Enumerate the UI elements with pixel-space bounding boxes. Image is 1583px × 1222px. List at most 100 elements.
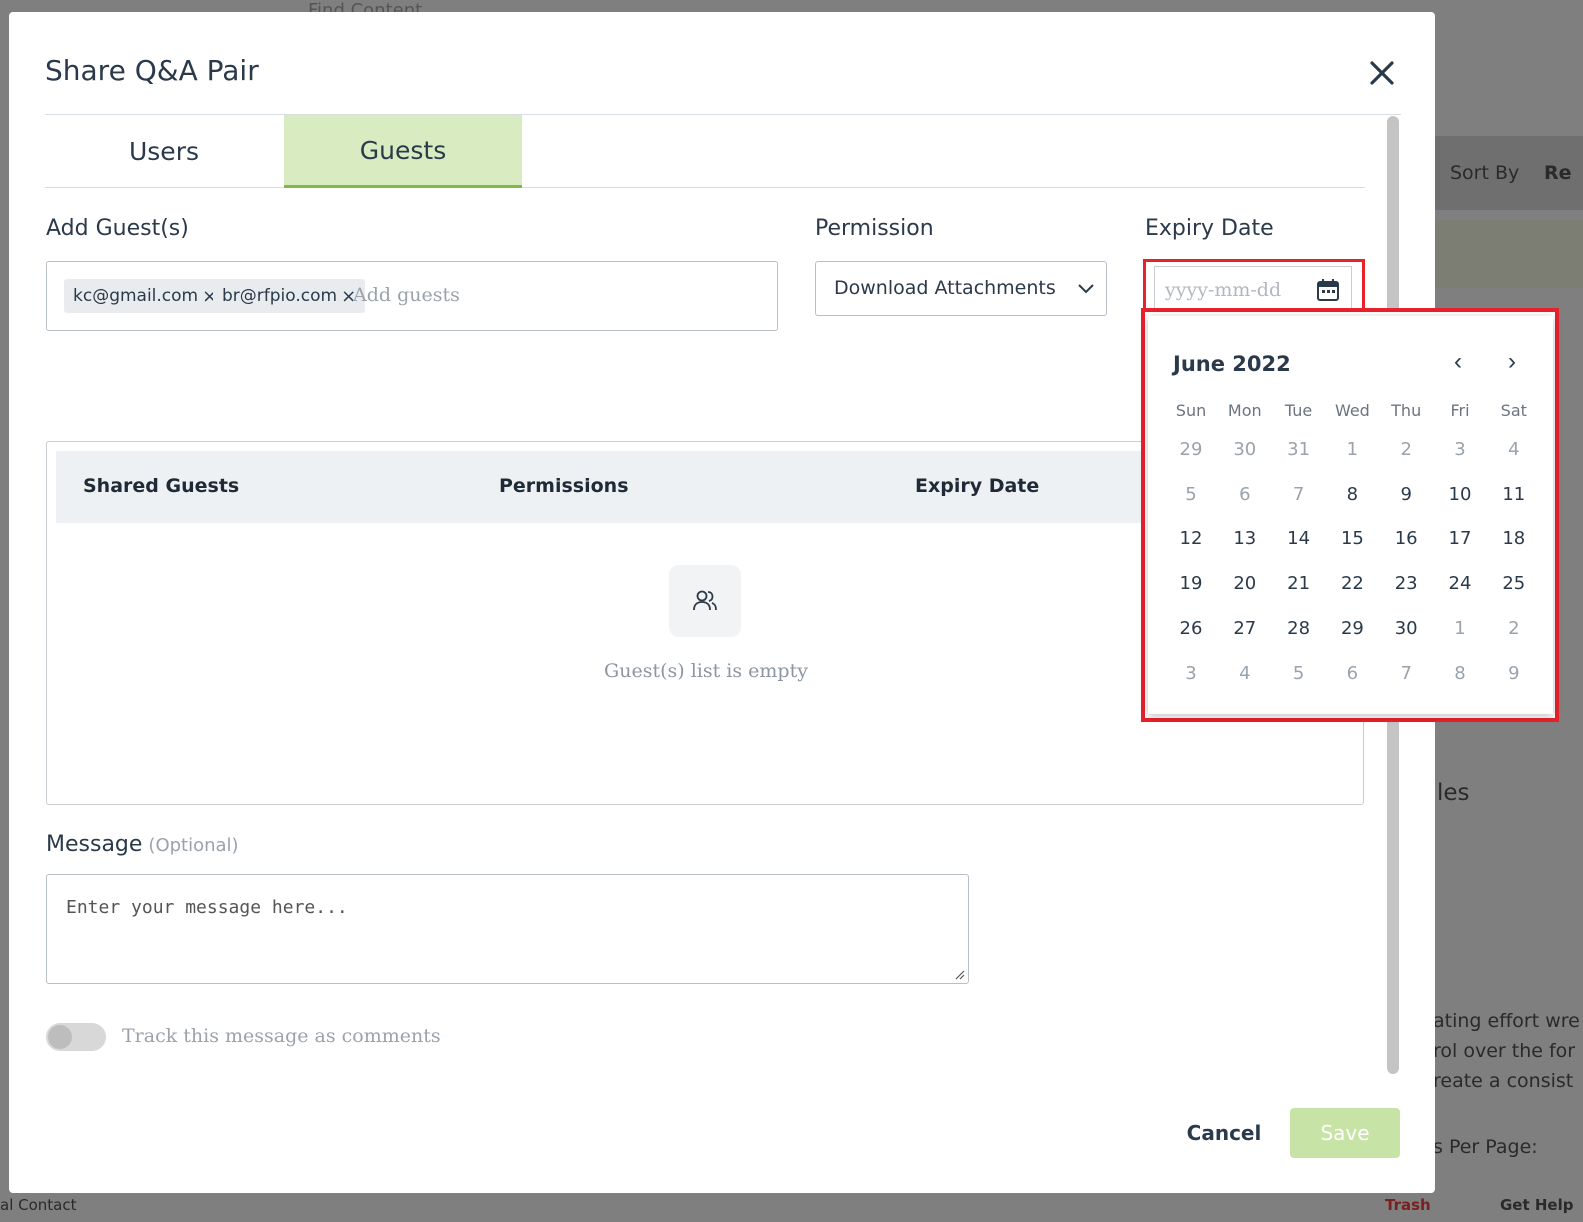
calendar-day[interactable]: 4 bbox=[1218, 656, 1272, 692]
track-comments-toggle[interactable] bbox=[46, 1023, 106, 1051]
calendar-day[interactable]: 28 bbox=[1272, 611, 1326, 647]
modal-title: Share Q&A Pair bbox=[45, 54, 259, 87]
bg-sort-by[interactable]: Sort By bbox=[1450, 162, 1519, 184]
calendar-day[interactable]: 19 bbox=[1164, 566, 1218, 602]
message-placeholder: Enter your message here... bbox=[66, 897, 348, 918]
add-guests-label: Add Guest(s) bbox=[46, 216, 189, 241]
bg-section-fragment: les bbox=[1437, 780, 1470, 806]
datepicker: June 2022 ‹ › Sun Mon Tue Wed Thu Fri Sat 29 30 3… bbox=[1148, 316, 1553, 714]
save-button[interactable]: Save bbox=[1290, 1108, 1400, 1158]
close-icon[interactable] bbox=[1365, 56, 1399, 90]
calendar-day[interactable]: 1 bbox=[1433, 611, 1487, 647]
optional-label: (Optional) bbox=[148, 835, 239, 856]
calendar-day[interactable]: 6 bbox=[1218, 477, 1272, 513]
calendar-day[interactable]: 24 bbox=[1433, 566, 1487, 602]
calendar-day[interactable]: 5 bbox=[1164, 477, 1218, 513]
tab-users[interactable]: Users bbox=[45, 115, 283, 188]
expiry-date-highlight: yyyy-mm-dd bbox=[1143, 259, 1365, 314]
calendar-day[interactable]: 27 bbox=[1218, 611, 1272, 647]
calendar-day[interactable]: 6 bbox=[1325, 656, 1379, 692]
permission-select[interactable]: Download Attachments bbox=[815, 261, 1107, 316]
toggle-label: Track this message as comments bbox=[122, 1025, 441, 1047]
calendar-day[interactable]: 16 bbox=[1379, 521, 1433, 557]
calendar-day[interactable]: 1 bbox=[1325, 432, 1379, 468]
message-label-text: Message bbox=[46, 832, 143, 857]
calendar-day[interactable]: 9 bbox=[1487, 656, 1541, 692]
column-header: Expiry Date bbox=[915, 475, 1040, 497]
bg-footer-left[interactable]: al Contact bbox=[0, 1196, 77, 1214]
permission-value: Download Attachments bbox=[834, 277, 1056, 299]
guest-chip: kc@gmail.com × bbox=[64, 279, 227, 313]
expiry-date-label: Expiry Date bbox=[1145, 216, 1274, 241]
weekday-label: Thu bbox=[1391, 401, 1422, 420]
calendar-day[interactable]: 2 bbox=[1487, 611, 1541, 647]
weekday-label: Fri bbox=[1450, 401, 1470, 420]
next-month-button[interactable]: › bbox=[1500, 348, 1524, 376]
calendar-day[interactable]: 8 bbox=[1325, 477, 1379, 513]
tab-bar: Users Guests bbox=[45, 115, 1365, 188]
guest-chip-label: br@rfpio.com bbox=[222, 286, 338, 306]
weekday-label: Sat bbox=[1500, 401, 1527, 420]
calendar-day[interactable]: 22 bbox=[1325, 566, 1379, 602]
expiry-date-input[interactable]: yyyy-mm-dd bbox=[1154, 266, 1352, 310]
calendar-day[interactable]: 15 bbox=[1325, 521, 1379, 557]
calendar-day[interactable]: 5 bbox=[1272, 656, 1326, 692]
calendar-day[interactable]: 29 bbox=[1164, 432, 1218, 468]
calendar-day[interactable]: 29 bbox=[1325, 611, 1379, 647]
add-guests-input[interactable]: kc@gmail.com × br@rfpio.com × Add guests bbox=[46, 261, 778, 331]
bg-sort-value[interactable]: Re bbox=[1544, 162, 1572, 184]
calendar-day[interactable]: 12 bbox=[1164, 521, 1218, 557]
calendar-day[interactable]: 9 bbox=[1379, 477, 1433, 513]
calendar-day[interactable]: 18 bbox=[1487, 521, 1541, 557]
prev-month-button[interactable]: ‹ bbox=[1446, 348, 1470, 376]
expiry-date-placeholder: yyyy-mm-dd bbox=[1165, 279, 1282, 301]
calendar-month-label: June 2022 bbox=[1173, 352, 1291, 376]
calendar-day[interactable]: 7 bbox=[1379, 656, 1433, 692]
calendar-day[interactable]: 13 bbox=[1218, 521, 1272, 557]
bg-text-line: rol over the for bbox=[1433, 1040, 1576, 1062]
bg-trash[interactable]: Trash bbox=[1385, 1196, 1431, 1214]
weekday-label: Sun bbox=[1175, 401, 1207, 420]
calendar-day[interactable]: 2 bbox=[1379, 432, 1433, 468]
users-icon bbox=[669, 565, 741, 637]
calendar-day[interactable]: 11 bbox=[1487, 477, 1541, 513]
guest-chip-label: kc@gmail.com bbox=[73, 286, 199, 306]
resize-handle-icon[interactable] bbox=[953, 968, 965, 980]
add-guests-placeholder[interactable]: Add guests bbox=[353, 284, 460, 306]
calendar-day[interactable]: 26 bbox=[1164, 611, 1218, 647]
message-label: Message (Optional) bbox=[46, 832, 239, 857]
calendar-icon[interactable] bbox=[1315, 277, 1341, 303]
calendar-day[interactable]: 8 bbox=[1433, 656, 1487, 692]
permission-label: Permission bbox=[815, 216, 934, 241]
tab-guests[interactable]: Guests bbox=[284, 115, 522, 188]
chevron-down-icon bbox=[1078, 284, 1094, 294]
calendar-day[interactable]: 3 bbox=[1164, 656, 1218, 692]
calendar-day[interactable]: 10 bbox=[1433, 477, 1487, 513]
calendar-day[interactable]: 21 bbox=[1272, 566, 1326, 602]
calendar-day[interactable]: 14 bbox=[1272, 521, 1326, 557]
calendar-day[interactable]: 31 bbox=[1272, 432, 1326, 468]
weekday-label: Tue bbox=[1284, 401, 1313, 420]
bg-text-line: reate a consist bbox=[1433, 1070, 1574, 1092]
datepicker-highlight: June 2022 ‹ › Sun Mon Tue Wed Thu Fri Sat 29 30 3… bbox=[1141, 308, 1559, 722]
calendar-day[interactable]: 17 bbox=[1433, 521, 1487, 557]
calendar-day[interactable]: 4 bbox=[1487, 432, 1541, 468]
calendar-day[interactable]: 7 bbox=[1272, 477, 1326, 513]
bg-get-help[interactable]: Get Help bbox=[1500, 1196, 1573, 1214]
calendar-day[interactable]: 25 bbox=[1487, 566, 1541, 602]
calendar-day[interactable]: 30 bbox=[1218, 432, 1272, 468]
weekday-label: Mon bbox=[1227, 401, 1262, 420]
message-textarea[interactable]: Enter your message here... bbox=[46, 874, 969, 984]
bg-per-page: s Per Page: bbox=[1433, 1136, 1538, 1158]
bg-text-line: ating effort wre bbox=[1433, 1010, 1580, 1032]
calendar-day[interactable]: 23 bbox=[1379, 566, 1433, 602]
calendar-day[interactable]: 3 bbox=[1433, 432, 1487, 468]
bg-highlight-band bbox=[1435, 220, 1583, 288]
calendar-day[interactable]: 30 bbox=[1379, 611, 1433, 647]
toggle-knob bbox=[48, 1025, 72, 1049]
column-header: Shared Guests bbox=[83, 475, 240, 497]
weekday-label: Wed bbox=[1334, 401, 1370, 420]
column-header: Permissions bbox=[499, 475, 629, 497]
cancel-button[interactable]: Cancel bbox=[1174, 1108, 1274, 1158]
calendar-day[interactable]: 20 bbox=[1218, 566, 1272, 602]
